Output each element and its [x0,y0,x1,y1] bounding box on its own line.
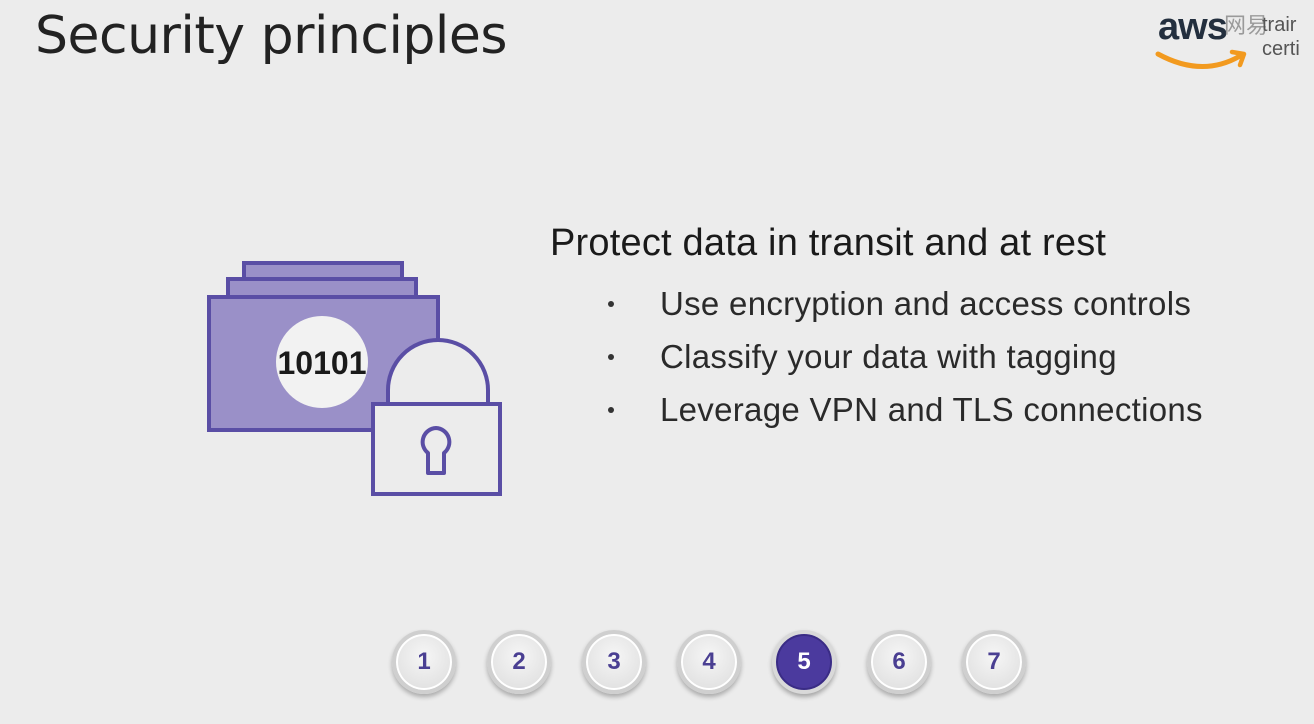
bullet-dot-icon [608,354,614,360]
slide-title: Security principles [35,6,507,66]
bullet-item: Classify your data with tagging [550,330,1290,383]
logo-subtext-training: trair [1262,14,1297,36]
page-button-3[interactable]: 3 [582,630,646,694]
page-button-2[interactable]: 2 [487,630,551,694]
page-button-5-active[interactable]: 5 [772,630,836,694]
pagination: 1 2 3 4 5 6 7 [392,630,1026,700]
section-heading: Protect data in transit and at rest [550,222,1107,264]
page-button-4[interactable]: 4 [677,630,741,694]
aws-logo-text: aws [1158,6,1228,48]
content-panel: Protect data in transit and at rest Use … [550,222,1290,436]
bullet-text: Classify your data with tagging [660,338,1117,375]
bullet-dot-icon [608,407,614,413]
page-button-6[interactable]: 6 [867,630,931,694]
bullet-text: Leverage VPN and TLS connections [660,391,1203,428]
bullet-dot-icon [608,301,614,307]
aws-smile-icon [1155,49,1247,69]
encrypted-data-lock-icon: 10101 [200,258,510,503]
logo-subtext-certification: certi [1262,38,1300,60]
page-button-7[interactable]: 7 [962,630,1026,694]
bullet-item: Use encryption and access controls [550,277,1290,330]
bullet-text: Use encryption and access controls [660,285,1192,322]
bullet-list: Use encryption and access controls Class… [550,277,1290,436]
bullet-item: Leverage VPN and TLS connections [550,383,1290,436]
slide: Security principles aws 网易 trair certi 1… [0,0,1314,724]
aws-logo: aws 网易 trair certi [1154,6,1314,76]
page-button-1[interactable]: 1 [392,630,456,694]
binary-text: 10101 [278,345,367,381]
